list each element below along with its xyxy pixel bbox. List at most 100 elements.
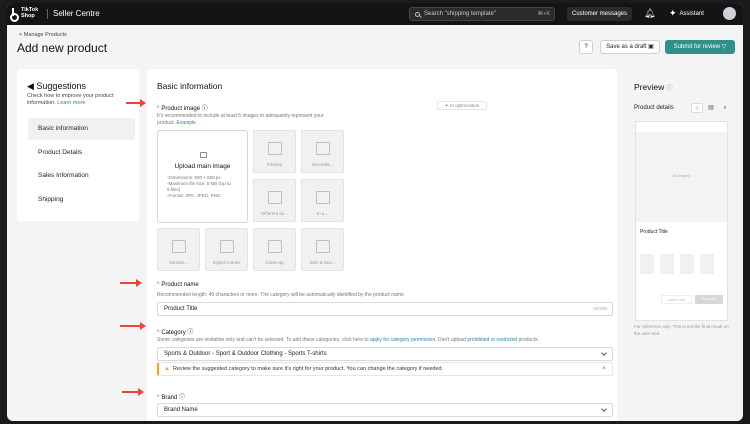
nav-basic-information[interactable]: Basic information [28,118,135,140]
image-slot-variations[interactable]: Variatio... [157,228,200,271]
apply-category-permission-link[interactable]: apply for category permission [370,337,435,343]
info-icon: ⓘ [187,330,194,336]
assistant-button[interactable]: ✦ Assistant [669,8,704,19]
save-icon: ▣ [648,44,654,50]
image-icon [200,152,207,158]
nav-product-details[interactable]: Product Details [28,142,135,164]
logo-text: TikTok Shop [21,7,39,19]
image-slot-secondary[interactable]: Seconda... [301,130,344,173]
image-slot-styled-scenes[interactable]: Styled scenes [205,228,248,271]
image-placeholder-icon [316,142,330,155]
prohibited-restricted-link[interactable]: prohibited or restricted [467,337,517,343]
avatar[interactable] [723,7,736,20]
product-name-note: Recommended length: 40 characters or mor… [157,292,406,298]
top-bar: TikTok Shop Seller Centre Search "shippin… [7,3,743,25]
app-window: TikTok Shop Seller Centre Search "shippin… [7,3,743,421]
category-note: Some categories are invitation only and … [157,337,540,343]
submit-label: Submit for review [673,44,721,50]
example-link[interactable]: Example [176,120,195,126]
suggestions-panel: ◀︎ Suggestions Check how to improve your… [17,69,139,221]
assistant-label: Assistant [679,10,704,17]
save-draft-button[interactable]: Save as a draft ▣ [600,40,660,54]
preview-title: Preview ⓘ [634,82,673,92]
submit-for-review-button[interactable]: Submit for review ▽ [665,40,735,54]
document-icon[interactable]: ▤ [705,103,717,113]
image-placeholder-icon [316,191,330,204]
info-icon: ⓘ [666,86,673,92]
app-name: Seller Centre [53,9,100,18]
basic-information-form: Basic information * Product image ⓘ ✦ AI … [147,69,617,421]
preview-add-to-cart: Add to cart [661,295,692,304]
tiktok-shop-logo[interactable]: TikTok Shop [10,7,43,22]
save-draft-label: Save as a draft [606,44,647,50]
image-slot-in-use[interactable]: In u... [301,179,344,222]
phone-preview: No images Product Title Add to cart Buy … [635,121,728,321]
category-warning: ▲ Review the suggested category to make … [157,362,613,376]
product-name-input[interactable]: Product Title 40/255 [157,302,613,316]
image-slot-close-up[interactable]: Close-up [253,228,296,271]
search-placeholder: Search "shipping template" [424,11,496,17]
preview-panel: Preview ⓘ Product details ☝︎ ▤ ⌕ No imag… [625,69,735,421]
category-label: * Category ⓘ [157,330,194,336]
category-select[interactable]: Sports & Outdoor - Sport & Outdoor Cloth… [157,347,613,361]
image-placeholder-icon [172,240,186,253]
character-counter: 40/255 [593,306,607,311]
ai-optimization-button[interactable]: ✦ AI optimization [437,101,487,110]
annotation-arrow [122,388,144,396]
close-icon[interactable]: × [602,363,606,375]
product-image-note-2: product. Example [157,120,196,126]
info-icon: ⓘ [179,395,186,401]
image-slot-primary[interactable]: Primary [253,130,296,173]
learn-more-link[interactable]: Learn more [57,100,85,106]
product-name-value: Product Title [164,306,198,312]
search-shortcut: ⌘+K [537,11,550,17]
image-placeholder-icon [268,142,282,155]
preview-product-details-label: Product details [634,105,674,111]
preview-chip [680,254,694,274]
upload-specs: -Dimensions: 600 × 600 px -Maximum file … [167,175,231,198]
preview-chip [700,254,714,274]
annotation-arrow [126,99,146,107]
bell-icon[interactable]: 🔔︎ [644,8,655,19]
preview-note: For reference only. This is not the fina… [634,324,729,336]
category-value: Sports & Outdoor - Sport & Outdoor Cloth… [164,351,327,357]
preview-chip [660,254,674,274]
speaker-icon: ◀︎ [27,81,37,91]
product-image-label: * Product image ⓘ [157,106,208,112]
brand-label: * Brand ⓘ [157,395,186,401]
chevron-down-icon [601,406,607,412]
nav-sales-information[interactable]: Sales Information [28,165,135,187]
search-input[interactable]: Search "shipping template" ⌘+K [409,7,555,21]
section-title: Basic information [157,81,223,91]
upload-title: Upload main image [174,163,231,170]
no-images-label: No images [673,174,690,178]
annotation-arrow [120,279,142,287]
brand-value: Brand Name [164,407,198,413]
upload-main-image[interactable]: Upload main image -Dimensions: 600 × 600… [157,130,248,223]
image-placeholder-icon [316,240,330,253]
chevron-down-icon [601,350,607,356]
customer-messages-button[interactable]: Customer messages [567,7,633,21]
image-slot-size-scale[interactable]: Size & Sca... [301,228,344,271]
filter-icon: ▽ [721,44,727,50]
page-title: Add new product [17,41,108,55]
preview-buy-now: Buy now [695,295,723,304]
image-slot-different-angles[interactable]: Different an... [253,179,296,222]
breadcrumb[interactable]: < Manage Products [19,32,67,38]
suggestions-title: ◀︎ Suggestions [27,81,86,91]
search-icon [415,11,420,17]
brand-select[interactable]: Brand Name [157,403,613,417]
preview-product-title: Product Title [640,229,668,235]
annotation-arrow [120,322,146,330]
nav-shipping[interactable]: Shipping [28,189,135,211]
image-placeholder-icon [220,240,234,253]
product-image-note: It's recommended to include at least 5 i… [157,113,324,119]
help-button[interactable]: ? [579,40,593,54]
image-placeholder-icon [268,240,282,253]
warning-icon: ▲ [164,366,170,372]
search-doc-icon[interactable]: ⌕ [719,103,731,113]
tiktok-logo-icon [10,7,19,22]
image-placeholder-icon [268,191,282,204]
info-icon: ⓘ [201,106,208,112]
hand-icon[interactable]: ☝︎ [691,103,703,113]
